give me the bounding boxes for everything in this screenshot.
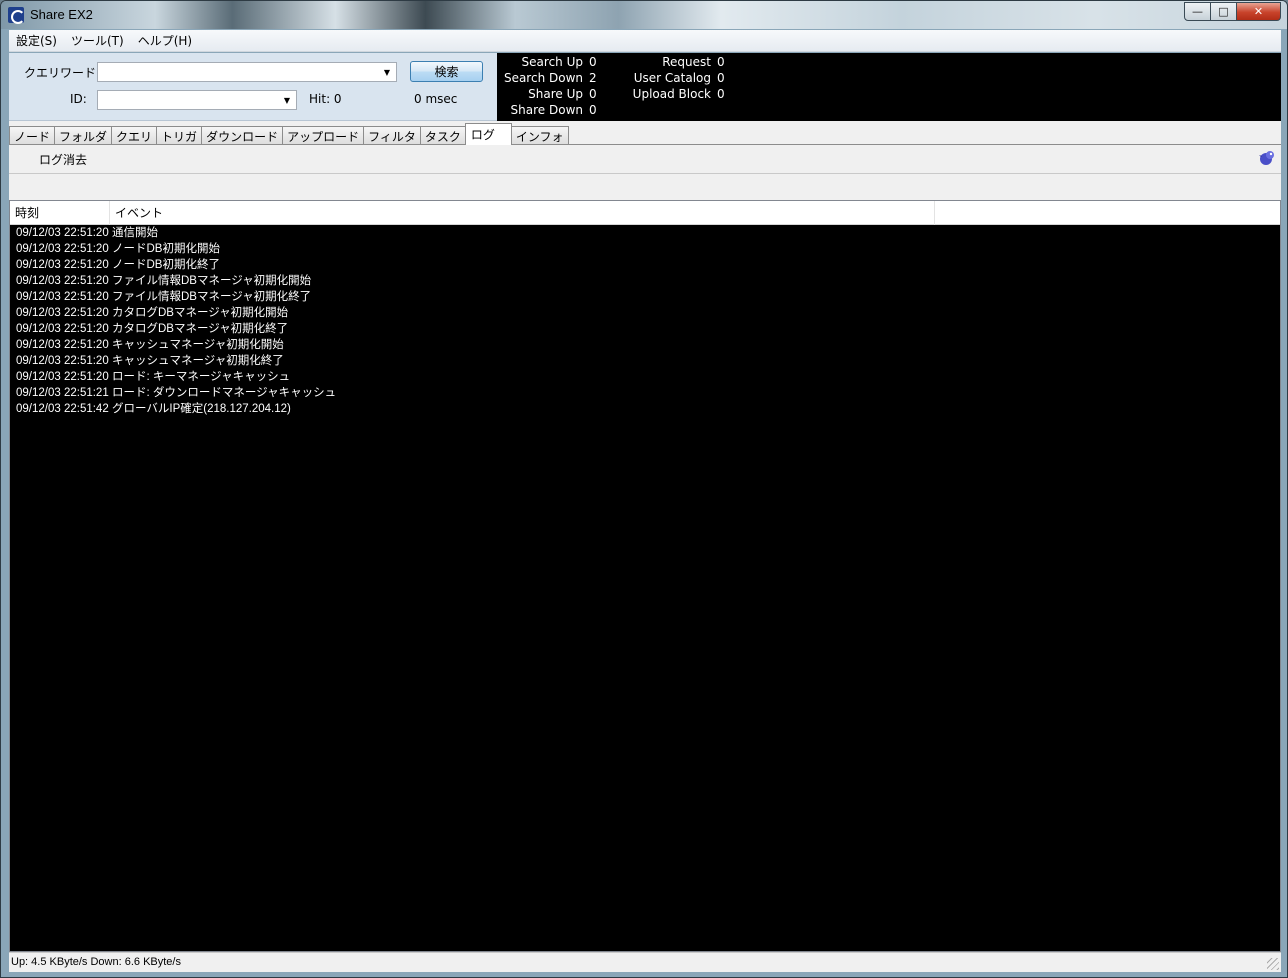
stat-share-down-value: 0 bbox=[589, 103, 597, 117]
stat-user-catalog-label: User Catalog bbox=[633, 71, 711, 85]
log-event: キャッシュマネージャ初期化開始 bbox=[112, 339, 284, 351]
stat-search-down-label: Search Down bbox=[503, 71, 583, 85]
stat-search-up-label: Search Up bbox=[521, 55, 583, 69]
log-event: ロード: キーマネージャキャッシュ bbox=[112, 371, 291, 383]
tab-task[interactable]: タスク bbox=[419, 126, 466, 145]
log-time: 09/12/03 22:51:20 bbox=[16, 259, 109, 271]
chevron-down-icon[interactable]: ▼ bbox=[280, 92, 294, 108]
log-list-header: 時刻 イベント bbox=[10, 201, 1280, 225]
stat-search-up-value: 0 bbox=[589, 55, 597, 69]
tab-query[interactable]: クエリ bbox=[111, 126, 158, 145]
query-panel: クエリワード: ▼ 検索 ID: ▼ Hit: 0 0 msec bbox=[9, 53, 497, 121]
stat-request-label: Request bbox=[662, 55, 711, 69]
stat-upload-block-value: 0 bbox=[717, 87, 725, 101]
log-time: 09/12/03 22:51:20 bbox=[16, 307, 109, 319]
column-time[interactable]: 時刻 bbox=[10, 201, 110, 225]
resize-grip-icon[interactable] bbox=[1267, 958, 1279, 970]
search-button[interactable]: 検索 bbox=[410, 61, 483, 82]
status-bar: Up: 4.5 KByte/s Down: 6.6 KByte/s bbox=[9, 952, 1281, 972]
log-toolbar: ログ消去 bbox=[9, 144, 1281, 174]
window-title: Share EX2 bbox=[30, 7, 93, 22]
tab-filter[interactable]: フィルタ bbox=[363, 126, 421, 145]
tab-download[interactable]: ダウンロード bbox=[201, 126, 284, 145]
log-event: カタログDBマネージャ初期化開始 bbox=[112, 307, 289, 319]
query-keyword-combo[interactable]: ▼ bbox=[97, 62, 397, 82]
app-logo-icon bbox=[8, 7, 25, 24]
maximize-button[interactable]: □ bbox=[1211, 2, 1237, 21]
stat-request-value: 0 bbox=[717, 55, 725, 69]
log-row[interactable]: 09/12/03 22:51:20 ノードDB初期化開始 bbox=[10, 241, 1280, 257]
stat-share-up-value: 0 bbox=[589, 87, 597, 101]
query-time: 0 msec bbox=[414, 92, 458, 106]
log-list[interactable]: 時刻 イベント 09/12/03 22:51:20 通信開始 09/12/03 22… bbox=[9, 200, 1281, 952]
stat-upload-block-label: Upload Block bbox=[632, 87, 711, 101]
stat-share-up-label: Share Up bbox=[528, 87, 583, 101]
log-event: グローバルIP確定(218.127.204.12) bbox=[112, 403, 291, 415]
menu-help[interactable]: ヘルプ(H) bbox=[131, 32, 199, 49]
transfer-rate-status: Up: 4.5 KByte/s Down: 6.6 KByte/s bbox=[11, 956, 181, 968]
tab-folder[interactable]: フォルダ bbox=[54, 126, 113, 145]
id-combo[interactable]: ▼ bbox=[97, 90, 297, 110]
log-clear-button[interactable]: ログ消去 bbox=[39, 151, 87, 168]
log-row[interactable]: 09/12/03 22:51:20 ファイル情報DBマネージャ初期化終了 bbox=[10, 289, 1280, 305]
log-row[interactable]: 09/12/03 22:51:20 ロード: キーマネージャキャッシュ bbox=[10, 369, 1280, 385]
id-label: ID: bbox=[70, 92, 87, 106]
log-time: 09/12/03 22:51:20 bbox=[16, 227, 109, 239]
stat-search-down-value: 2 bbox=[589, 71, 597, 85]
log-row[interactable]: 09/12/03 22:51:20 キャッシュマネージャ初期化開始 bbox=[10, 337, 1280, 353]
log-event: ノードDB初期化開始 bbox=[112, 243, 220, 255]
tab-upload[interactable]: アップロード bbox=[282, 126, 365, 145]
minimize-button[interactable]: — bbox=[1184, 2, 1211, 21]
log-event: カタログDBマネージャ初期化終了 bbox=[112, 323, 289, 335]
tab-info[interactable]: インフォ bbox=[510, 126, 569, 145]
chevron-down-icon[interactable]: ▼ bbox=[380, 64, 394, 80]
log-row[interactable]: 09/12/03 22:51:20 ノードDB初期化終了 bbox=[10, 257, 1280, 273]
log-event: 通信開始 bbox=[112, 227, 158, 239]
tab-strip: ノード フォルダ クエリ トリガ ダウンロード アップロード フィルタ タスク … bbox=[9, 121, 1281, 145]
log-time: 09/12/03 22:51:21 bbox=[16, 387, 109, 399]
log-row[interactable]: 09/12/03 22:51:20 ファイル情報DBマネージャ初期化開始 bbox=[10, 273, 1280, 289]
log-time: 09/12/03 22:51:20 bbox=[16, 291, 109, 303]
bird-icon[interactable] bbox=[1259, 150, 1275, 166]
tab-node[interactable]: ノード bbox=[9, 126, 56, 145]
menu-settings[interactable]: 設定(S) bbox=[9, 32, 64, 49]
tab-trigger[interactable]: トリガ bbox=[156, 126, 203, 145]
log-row[interactable]: 09/12/03 22:51:20 キャッシュマネージャ初期化終了 bbox=[10, 353, 1280, 369]
app-window: Share EX2 — □ ✕ 設定(S) ツール(T) ヘルプ(H) クエリワ… bbox=[0, 0, 1288, 978]
log-row[interactable]: 09/12/03 22:51:42 グローバルIP確定(218.127.204.1… bbox=[10, 401, 1280, 417]
stats-panel: Search Up 0 Search Down 2 Share Up 0 Sha… bbox=[497, 53, 1281, 121]
log-time: 09/12/03 22:51:20 bbox=[16, 371, 109, 383]
close-button[interactable]: ✕ bbox=[1237, 2, 1281, 21]
log-row[interactable]: 09/12/03 22:51:20 カタログDBマネージャ初期化開始 bbox=[10, 305, 1280, 321]
column-event[interactable]: イベント bbox=[110, 201, 935, 225]
log-time: 09/12/03 22:51:20 bbox=[16, 243, 109, 255]
log-row[interactable]: 09/12/03 22:51:20 通信開始 bbox=[10, 225, 1280, 241]
stat-user-catalog-value: 0 bbox=[717, 71, 725, 85]
log-row[interactable]: 09/12/03 22:51:20 カタログDBマネージャ初期化終了 bbox=[10, 321, 1280, 337]
log-event: ノードDB初期化終了 bbox=[112, 259, 220, 271]
log-time: 09/12/03 22:51:20 bbox=[16, 323, 109, 335]
log-event: ロード: ダウンロードマネージャキャッシュ bbox=[112, 387, 337, 399]
log-time: 09/12/03 22:51:20 bbox=[16, 355, 109, 367]
log-time: 09/12/03 22:51:42 bbox=[16, 403, 109, 415]
menu-bar: 設定(S) ツール(T) ヘルプ(H) bbox=[9, 30, 1281, 52]
stat-share-down-label: Share Down bbox=[510, 103, 583, 117]
caption-buttons: — □ ✕ bbox=[1184, 2, 1281, 21]
query-keyword-label: クエリワード: bbox=[24, 66, 101, 80]
title-bar: Share EX2 — □ ✕ bbox=[1, 1, 1287, 29]
column-extra[interactable] bbox=[935, 201, 1280, 225]
log-event: ファイル情報DBマネージャ初期化開始 bbox=[112, 275, 312, 287]
toolbar-spacer bbox=[9, 174, 1281, 200]
log-event: ファイル情報DBマネージャ初期化終了 bbox=[112, 291, 312, 303]
log-rows: 09/12/03 22:51:20 通信開始 09/12/03 22:51:20 ノー… bbox=[10, 225, 1280, 417]
menu-tools[interactable]: ツール(T) bbox=[64, 32, 131, 49]
hit-count: Hit: 0 bbox=[309, 92, 342, 106]
log-time: 09/12/03 22:51:20 bbox=[16, 339, 109, 351]
log-time: 09/12/03 22:51:20 bbox=[16, 275, 109, 287]
log-row[interactable]: 09/12/03 22:51:21 ロード: ダウンロードマネージャキャッシュ bbox=[10, 385, 1280, 401]
log-event: キャッシュマネージャ初期化終了 bbox=[112, 355, 284, 367]
tab-log[interactable]: ログ bbox=[464, 123, 512, 145]
